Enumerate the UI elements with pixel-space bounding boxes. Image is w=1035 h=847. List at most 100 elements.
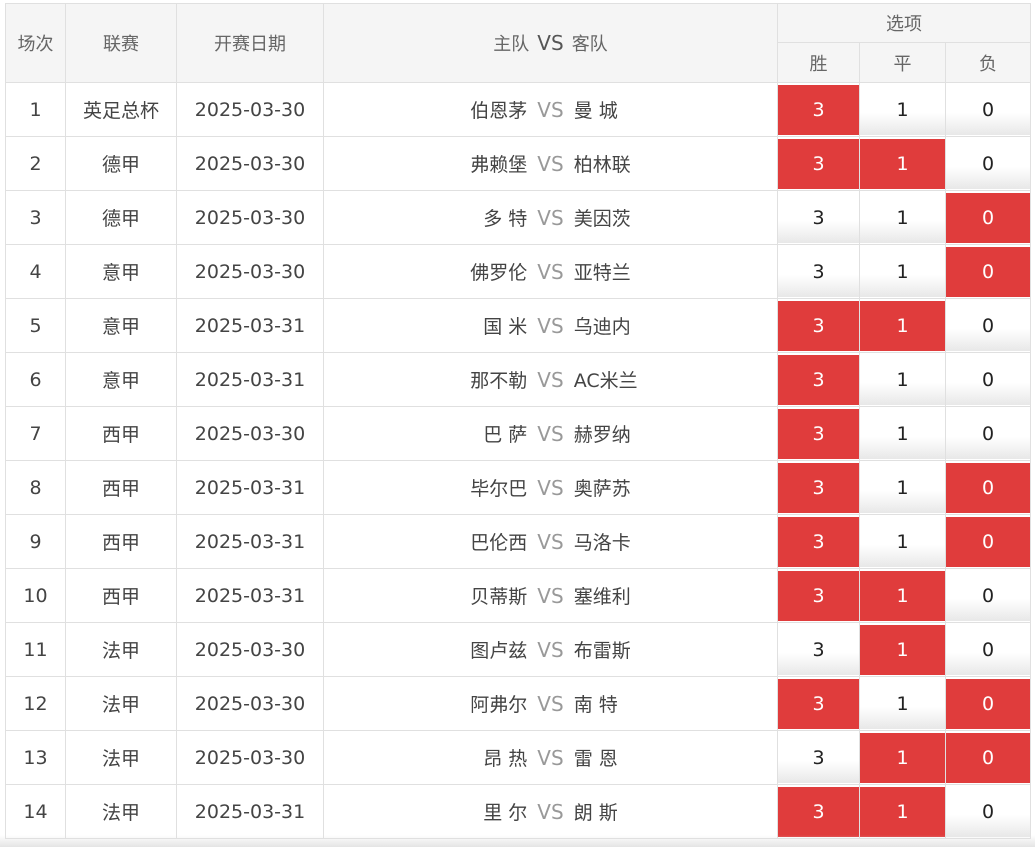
option-cell-lose: 0 (944, 568, 1032, 623)
match-league: 西甲 (65, 460, 177, 515)
option-lose-button[interactable]: 0 (946, 624, 1030, 675)
option-win-button[interactable]: 3 (778, 246, 859, 297)
option-win-button[interactable]: 3 (778, 732, 859, 783)
option-win-button[interactable]: 3 (778, 354, 859, 405)
option-lose-button[interactable]: 0 (946, 192, 1030, 243)
option-win-button[interactable]: 3 (778, 570, 859, 621)
match-teams: 弗赖堡 VS 柏林联 (323, 136, 778, 191)
option-lose-button[interactable]: 0 (946, 138, 1030, 189)
option-draw-button[interactable]: 1 (860, 786, 945, 837)
option-cell-win: 3 (777, 190, 860, 245)
away-team: 曼 城 (573, 100, 618, 122)
match-league: 法甲 (65, 784, 177, 839)
away-team: 赫罗纳 (573, 424, 631, 446)
option-cell-draw: 1 (859, 406, 946, 461)
option-lose-button[interactable]: 0 (946, 300, 1030, 351)
option-lose-button[interactable]: 0 (946, 732, 1030, 783)
match-teams: 里 尔 VS 朗 斯 (323, 784, 778, 839)
option-lose-button[interactable]: 0 (946, 84, 1030, 135)
option-cell-lose: 0 (944, 136, 1032, 191)
option-win-button[interactable]: 3 (778, 408, 859, 459)
home-team: 国 米 (483, 316, 528, 338)
option-cell-win: 3 (777, 568, 860, 623)
table-row: 6 意甲 2025-03-31 那不勒 VS AC米兰 3 1 0 (5, 352, 1032, 407)
option-draw-button[interactable]: 1 (860, 354, 945, 405)
match-date: 2025-03-30 (176, 730, 324, 785)
match-league: 西甲 (65, 568, 177, 623)
table-row: 8 西甲 2025-03-31 毕尔巴 VS 奥萨苏 3 1 0 (5, 460, 1032, 515)
vs-label: VS (537, 98, 564, 122)
option-draw-button[interactable]: 1 (860, 516, 945, 567)
match-index: 14 (5, 784, 66, 839)
header-league: 联赛 (65, 3, 177, 83)
option-lose-button[interactable]: 0 (946, 246, 1030, 297)
away-team: 美因茨 (573, 208, 631, 230)
table-row: 1 英足总杯 2025-03-30 伯恩茅 VS 曼 城310 (5, 82, 1032, 137)
home-team: 那不勒 (470, 370, 528, 392)
option-draw-button[interactable]: 1 (860, 732, 945, 783)
option-win-button[interactable]: 3 (778, 786, 859, 837)
table-header: 场次 联赛 开赛日期 主队 VS 客队 选项 胜 平 负 (5, 3, 1032, 83)
header-win: 胜 (777, 42, 860, 83)
table-row: 3 德甲 2025-03-30 多 特 VS 美因茨 3 1 0 (5, 190, 1032, 245)
header-draw: 平 (859, 42, 946, 83)
option-lose-button[interactable]: 0 (946, 354, 1030, 405)
option-draw-button[interactable]: 1 (860, 570, 945, 621)
option-cell-draw: 1 (859, 568, 946, 623)
match-index: 3 (5, 190, 66, 245)
option-win-button[interactable]: 3 (778, 192, 859, 243)
vs-label: VS (537, 368, 564, 392)
option-draw-button[interactable]: 1 (860, 624, 945, 675)
bottom-fade (0, 835, 1035, 847)
table-row: 9 西甲 2025-03-31 巴伦西 VS 马洛卡 3 1 0 (5, 514, 1032, 569)
table-row: 11 法甲 2025-03-30 图卢兹 VS 布雷斯 3 1 0 (5, 622, 1032, 677)
home-team: 昂 热 (483, 748, 528, 770)
option-draw-button[interactable]: 1 (860, 462, 945, 513)
option-draw-button[interactable]: 1 (860, 678, 945, 729)
table-row: 12 法甲 2025-03-30 阿弗尔 VS 南 特 310 (5, 676, 1032, 731)
match-teams: 毕尔巴 VS 奥萨苏 (323, 460, 778, 515)
option-cell-win: 3 (777, 82, 860, 137)
option-win-button[interactable]: 3 (778, 516, 859, 567)
option-win-button[interactable]: 3 (778, 678, 859, 729)
option-draw-button[interactable]: 1 (860, 192, 945, 243)
option-cell-lose: 0 (944, 676, 1032, 731)
away-team: AC米兰 (573, 370, 638, 392)
option-cell-win: 3 (777, 514, 860, 569)
option-lose-button[interactable]: 0 (946, 570, 1030, 621)
option-draw-button[interactable]: 1 (860, 408, 945, 459)
match-league: 法甲 (65, 622, 177, 677)
match-index: 12 (5, 676, 66, 731)
match-league: 德甲 (65, 190, 177, 245)
option-win-button[interactable]: 3 (778, 624, 859, 675)
option-win-button[interactable]: 3 (778, 138, 859, 189)
option-draw-button[interactable]: 1 (860, 138, 945, 189)
option-win-button[interactable]: 3 (778, 84, 859, 135)
match-teams: 伯恩茅 VS 曼 城 (323, 82, 778, 137)
vs-label: VS (537, 638, 564, 662)
match-teams: 巴伦西 VS 马洛卡 (323, 514, 778, 569)
option-lose-button[interactable]: 0 (946, 678, 1030, 729)
away-team: 塞维利 (573, 586, 631, 608)
option-win-button[interactable]: 3 (778, 300, 859, 351)
header-date: 开赛日期 (176, 3, 324, 83)
option-cell-win: 3 (777, 460, 860, 515)
option-lose-button[interactable]: 0 (946, 786, 1030, 837)
option-lose-button[interactable]: 0 (946, 408, 1030, 459)
away-team: 乌迪内 (573, 316, 631, 338)
away-team: 布雷斯 (573, 640, 631, 662)
option-lose-button[interactable]: 0 (946, 462, 1030, 513)
match-date: 2025-03-31 (176, 352, 324, 407)
option-win-button[interactable]: 3 (778, 462, 859, 513)
option-cell-draw: 1 (859, 514, 946, 569)
vs-label: VS (537, 746, 564, 770)
option-cell-lose: 0 (944, 460, 1032, 515)
option-lose-button[interactable]: 0 (946, 516, 1030, 567)
option-cell-draw: 1 (859, 244, 946, 299)
match-index: 7 (5, 406, 66, 461)
option-draw-button[interactable]: 1 (860, 246, 945, 297)
table-row: 2 德甲 2025-03-30 弗赖堡 VS 柏林联 3 1 0 (5, 136, 1032, 191)
option-draw-button[interactable]: 1 (860, 300, 945, 351)
home-team: 里 尔 (483, 802, 528, 824)
option-draw-button[interactable]: 1 (860, 84, 945, 135)
